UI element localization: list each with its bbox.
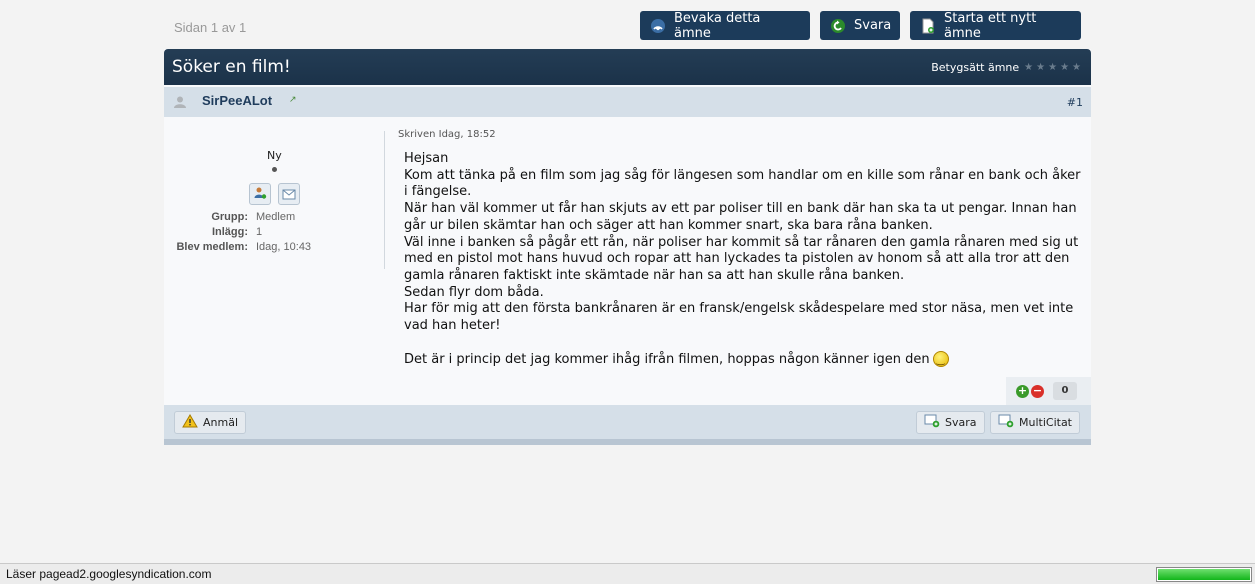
post-author-bar: SirPeeALot ↗ #1 <box>164 87 1091 117</box>
watch-topic-button[interactable]: Bevaka detta ämne <box>640 10 810 41</box>
report-label: Anmäl <box>203 416 239 429</box>
multiquote-label: MultiCitat <box>1019 416 1072 429</box>
report-button[interactable]: Anmäl <box>174 411 247 434</box>
reply-arrow-icon <box>830 18 846 34</box>
user-offline-icon <box>173 94 187 113</box>
profile-link-icon[interactable]: ↗ <box>289 95 297 105</box>
star-icon[interactable]: ★ <box>1048 62 1057 73</box>
topic-title: Söker en film! <box>172 57 291 77</box>
status-text: Läser pagead2.googlesyndication.com <box>6 567 212 581</box>
member-rank: Ny <box>267 149 282 162</box>
broadcast-icon <box>650 18 666 34</box>
topic-header: Söker en film! Betygsätt ämne ★ ★ ★ ★ ★ <box>164 49 1091 85</box>
browser-status-bar: Läser pagead2.googlesyndication.com <box>0 563 1255 584</box>
author-info: Ny Grupp: Medlem Inlägg: 1 Blev medlem: … <box>164 117 384 277</box>
new-document-icon <box>920 18 936 34</box>
reply-top-button[interactable]: Svara <box>820 11 900 40</box>
column-divider <box>384 131 385 269</box>
multiquote-button[interactable]: MultiCitat <box>990 411 1080 434</box>
rep-plus-icon[interactable]: + <box>1016 385 1029 398</box>
new-topic-label: Starta ett nytt ämne <box>944 10 1037 41</box>
star-icon[interactable]: ★ <box>1036 62 1045 73</box>
post-date: Skriven Idag, 18:52 <box>398 129 496 140</box>
multiquote-icon <box>998 414 1014 431</box>
reputation-box: + − 0 <box>1006 377 1091 405</box>
post-line: Kom att tänka på en film som jag såg för… <box>404 167 1081 200</box>
post-body: Hejsan Kom att tänka på en film som jag … <box>404 151 1082 370</box>
post-line: Väl inne i banken så pågår ett rån, när … <box>404 234 1079 283</box>
watch-topic-label: Bevaka detta ämne <box>674 10 761 41</box>
topic-panel: Söker en film! Betygsätt ämne ★ ★ ★ ★ ★ … <box>164 49 1091 445</box>
star-icon[interactable]: ★ <box>1072 62 1081 73</box>
star-icon[interactable]: ★ <box>1060 62 1069 73</box>
post-line: Har för mig att den första bankrånaren ä… <box>404 301 1074 334</box>
author-name[interactable]: SirPeeALot <box>202 93 272 108</box>
group-value: Medlem <box>256 211 296 223</box>
new-topic-button[interactable]: Starta ett nytt ämne <box>910 10 1081 41</box>
rep-minus-icon[interactable]: − <box>1031 385 1044 398</box>
reply-icon <box>924 414 940 431</box>
rating-stars[interactable]: ★ ★ ★ ★ ★ <box>1024 62 1081 73</box>
member-stats: Grupp: Medlem Inlägg: 1 Blev medlem: Ida… <box>164 211 384 269</box>
star-icon[interactable]: ★ <box>1024 62 1033 73</box>
posts-label: Inlägg: <box>211 226 248 238</box>
joined-value: Idag, 10:43 <box>256 241 312 253</box>
view-profile-button[interactable] <box>249 183 271 205</box>
post-line <box>404 335 1082 352</box>
panel-bottom-border <box>164 439 1091 445</box>
posts-value: 1 <box>256 226 263 238</box>
reply-post-button[interactable]: Svara <box>916 411 985 434</box>
reply-top-label: Svara <box>854 18 892 33</box>
envelope-icon <box>282 185 296 204</box>
reputation-count: 0 <box>1053 382 1077 400</box>
group-label: Grupp: <box>211 211 248 223</box>
post-line: Det är i princip det jag kommer ihåg ifr… <box>404 352 930 368</box>
post-footer: Anmäl Svara MultiCitat <box>164 405 1091 439</box>
post-line: När han väl kommer ut får han skjuts av … <box>404 201 1077 233</box>
post-last-line: Det är i princip det jag kommer ihåg ifr… <box>404 351 1082 370</box>
smiley-icon <box>932 351 949 370</box>
user-card-icon <box>253 185 267 204</box>
send-message-button[interactable] <box>278 183 300 205</box>
rate-topic[interactable]: Betygsätt ämne ★ ★ ★ ★ ★ <box>931 61 1081 74</box>
post-line: Hejsan <box>404 151 449 166</box>
pager-text: Sidan 1 av 1 <box>174 20 247 35</box>
post-number[interactable]: #1 <box>1067 96 1083 109</box>
loading-progress-bar <box>1156 567 1252 582</box>
progress-fill <box>1158 569 1250 580</box>
joined-label: Blev medlem: <box>176 241 248 253</box>
warning-icon <box>182 414 198 431</box>
reply-post-label: Svara <box>945 416 977 429</box>
post-line: Sedan flyr dom båda. <box>404 284 544 300</box>
rank-pip-icon <box>272 167 277 172</box>
rate-topic-label: Betygsätt ämne <box>931 61 1020 74</box>
